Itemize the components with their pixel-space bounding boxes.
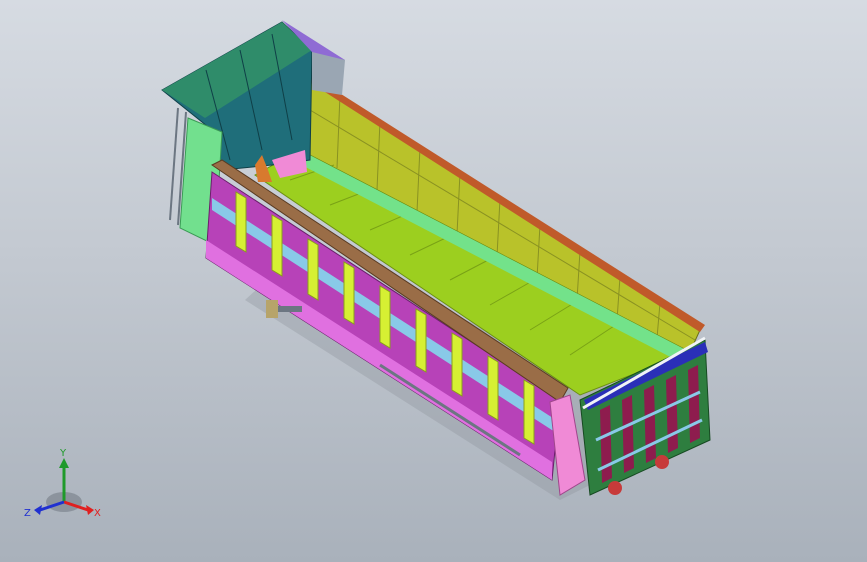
rear-wheel-left: [608, 481, 622, 495]
z-axis-label: Z: [24, 508, 31, 519]
y-axis-arrow: [59, 458, 69, 468]
y-axis-label: Y: [59, 448, 67, 459]
x-axis-arrow: [86, 505, 94, 515]
3d-viewport[interactable]: Y X Z: [0, 0, 867, 562]
rear-wheel-right: [655, 455, 669, 469]
z-axis-arrow: [34, 505, 42, 515]
dump-truck-body-model[interactable]: [0, 0, 867, 562]
x-axis-label: X: [94, 508, 101, 519]
axis-triad: Y X Z: [24, 448, 101, 519]
